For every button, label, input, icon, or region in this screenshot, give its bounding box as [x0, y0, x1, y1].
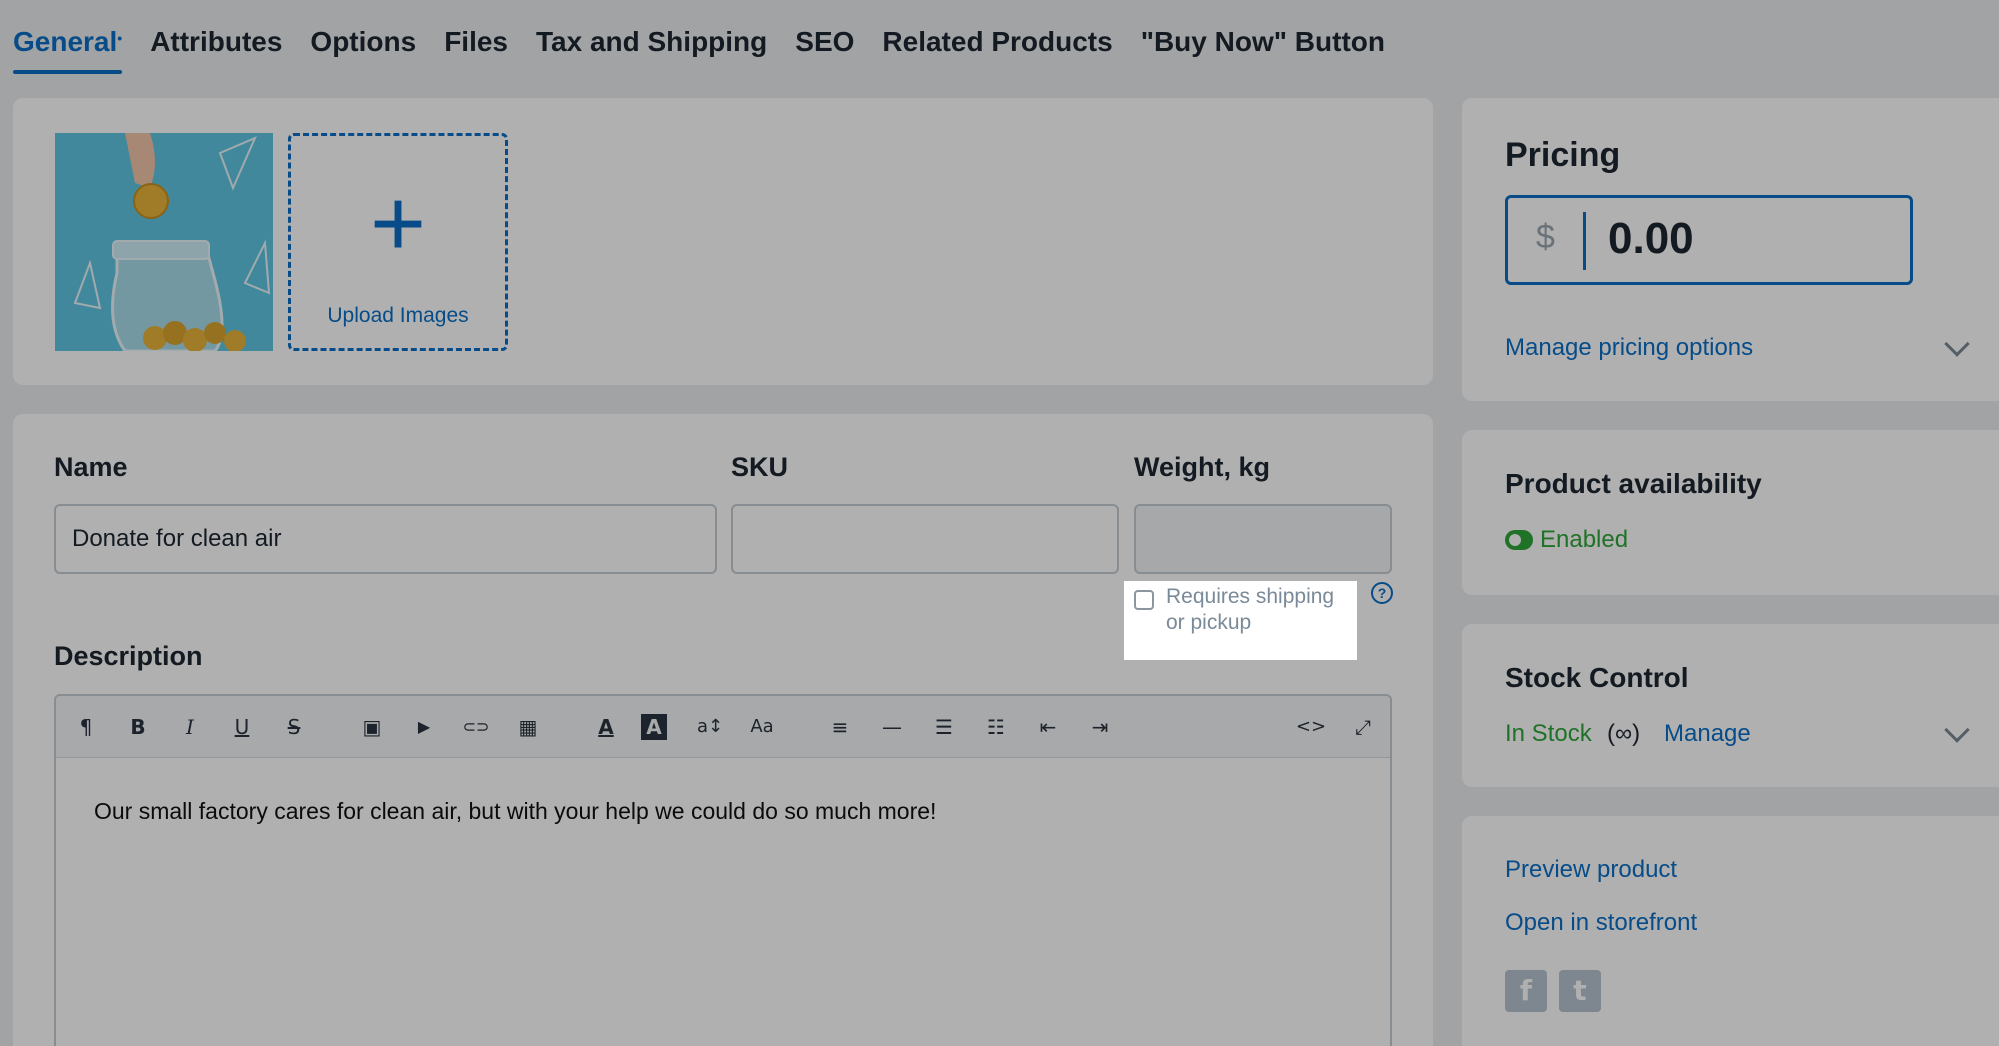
requires-shipping-checkbox[interactable]: [1134, 590, 1154, 610]
bulleted-list-icon[interactable]: ☰: [927, 710, 961, 744]
availability-status[interactable]: Enabled: [1540, 526, 1628, 554]
plus-icon: +: [369, 170, 427, 277]
code-view-icon[interactable]: <>: [1294, 710, 1328, 744]
availability-toggle-icon[interactable]: [1505, 530, 1533, 550]
help-icon[interactable]: ?: [1371, 582, 1393, 604]
horizontal-rule-icon[interactable]: —: [875, 710, 909, 744]
tab-general[interactable]: General•: [13, 20, 136, 74]
background-color-icon[interactable]: A: [641, 714, 667, 740]
stock-quantity: (∞): [1607, 720, 1641, 747]
description-text: Our small factory cares for clean air, b…: [94, 798, 937, 824]
weight-label: Weight, kg: [1134, 452, 1271, 482]
pricing-title: Pricing: [1505, 136, 1621, 174]
sku-label: SKU: [731, 452, 789, 482]
product-image-thumbnail[interactable]: [55, 133, 273, 351]
tab-files[interactable]: Files: [430, 20, 522, 74]
images-card: + Upload Images: [13, 98, 1433, 385]
underline-icon[interactable]: U: [225, 710, 259, 744]
italic-icon[interactable]: I: [173, 710, 207, 744]
tab-attributes[interactable]: Attributes: [136, 20, 296, 74]
tab-bar: General• Attributes Options Files Tax an…: [13, 20, 1399, 74]
price-value: 0.00: [1608, 214, 1694, 263]
stock-status: In Stock: [1505, 720, 1592, 747]
link-icon[interactable]: ⊂⊃: [459, 710, 493, 744]
description-editor[interactable]: ¶ B I U S ▣ ▶ ⊂⊃ ▦ A A a↕ Aa ≡ — ☰ ☷ ⇤ ⇥…: [54, 694, 1392, 1046]
video-icon[interactable]: ▶: [407, 710, 441, 744]
donation-jar-image: [55, 133, 273, 351]
price-divider: [1583, 212, 1586, 270]
description-label: Description: [54, 641, 203, 671]
tab-options[interactable]: Options: [296, 20, 430, 74]
manage-stock-link[interactable]: Manage: [1664, 720, 1751, 748]
editor-toolbar: ¶ B I U S ▣ ▶ ⊂⊃ ▦ A A a↕ Aa ≡ — ☰ ☷ ⇤ ⇥…: [56, 696, 1390, 758]
stock-control-card: [1462, 624, 1999, 787]
tab-buy-now-button[interactable]: "Buy Now" Button: [1127, 20, 1399, 74]
stock-control-title: Stock Control: [1505, 662, 1689, 693]
line-height-icon[interactable]: a↕: [693, 710, 727, 744]
open-in-storefront-link[interactable]: Open in storefront: [1505, 909, 1697, 937]
font-color-icon[interactable]: A: [589, 710, 623, 744]
manage-pricing-options-link[interactable]: Manage pricing options: [1505, 334, 1753, 362]
align-icon[interactable]: ≡: [823, 710, 857, 744]
strikethrough-icon[interactable]: S: [277, 710, 311, 744]
requires-shipping-label[interactable]: Requires shipping or pickup: [1166, 584, 1356, 636]
name-input[interactable]: Donate for clean air: [54, 504, 717, 574]
price-input[interactable]: $ 0.00: [1505, 195, 1913, 285]
tab-seo[interactable]: SEO: [781, 20, 868, 74]
indent-icon[interactable]: ⇥: [1083, 710, 1117, 744]
twitter-icon[interactable]: t: [1559, 970, 1601, 1012]
sku-input[interactable]: [731, 504, 1119, 574]
outdent-icon[interactable]: ⇤: [1031, 710, 1065, 744]
tab-tax-and-shipping[interactable]: Tax and Shipping: [522, 20, 781, 74]
product-availability-title: Product availability: [1505, 468, 1762, 499]
product-availability-card: [1462, 430, 1999, 595]
numbered-list-icon[interactable]: ☷: [979, 710, 1013, 744]
tab-general-label: General: [13, 26, 118, 57]
facebook-icon[interactable]: f: [1505, 970, 1547, 1012]
table-icon[interactable]: ▦: [511, 710, 545, 744]
name-label: Name: [54, 452, 128, 482]
upload-images-button[interactable]: + Upload Images: [288, 133, 508, 351]
currency-symbol: $: [1536, 218, 1555, 256]
fullscreen-icon[interactable]: ⤢: [1346, 710, 1380, 744]
upload-images-label: Upload Images: [327, 304, 469, 327]
font-size-icon[interactable]: Aa: [745, 710, 779, 744]
weight-input[interactable]: [1134, 504, 1392, 574]
unsaved-dot: •: [117, 30, 123, 46]
tab-related-products[interactable]: Related Products: [868, 20, 1126, 74]
image-icon[interactable]: ▣: [355, 710, 389, 744]
preview-product-link[interactable]: Preview product: [1505, 856, 1677, 884]
bold-icon[interactable]: B: [121, 710, 155, 744]
paragraph-icon[interactable]: ¶: [69, 710, 103, 744]
